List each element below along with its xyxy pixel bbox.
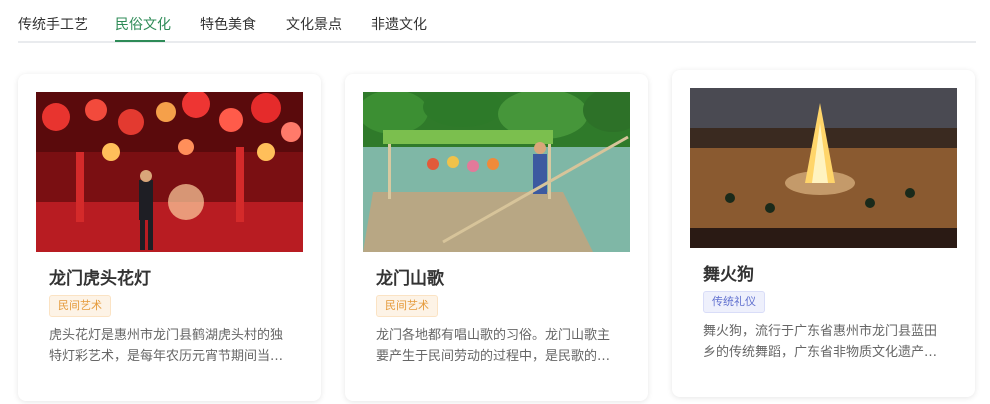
card-description: 虎头花灯是惠州市龙门县鹤湖虎头村的独特灯彩艺术，是每年农历元宵节期间当地民...	[49, 328, 284, 364]
tab-local-food[interactable]: 特色美食	[200, 16, 256, 34]
card-longmen-folk-song[interactable]: 龙门山歌 民间艺术 龙门各地都有唱山歌的习俗。龙门山歌主要产生于民间劳动的过程中…	[345, 74, 648, 401]
lantern-festival-image	[36, 92, 303, 252]
category-tag: 民间艺术	[49, 295, 111, 317]
tab-traditional-crafts[interactable]: 传统手工艺	[18, 16, 88, 34]
tab-cultural-sights[interactable]: 文化景点	[286, 16, 342, 34]
category-tag: 民间艺术	[376, 295, 438, 317]
active-tab-indicator	[115, 40, 165, 42]
card-fire-dog-dance[interactable]: 舞火狗 传统礼仪 舞火狗，流行于广东省惠州市龙门县蓝田乡的传统舞蹈，广东省非物质…	[672, 70, 975, 397]
card-tiger-head-lantern[interactable]: 龙门虎头花灯 民间艺术 虎头花灯是惠州市龙门县鹤湖虎头村的独特灯彩艺术，是每年农…	[18, 74, 321, 401]
tab-intangible-heritage[interactable]: 非遗文化	[371, 16, 427, 34]
card-description: 龙门各地都有唱山歌的习俗。龙门山歌主要产生于民间劳动的过程中，是民歌的一种...	[376, 328, 611, 364]
card-title: 龙门山歌	[376, 269, 444, 289]
category-tag: 传统礼仪	[703, 291, 765, 313]
bonfire-dance-image	[690, 88, 957, 248]
tab-folk-culture[interactable]: 民俗文化	[115, 16, 171, 34]
category-tabs: 传统手工艺 民俗文化 特色美食 文化景点 非遗文化	[18, 0, 976, 43]
card-title: 龙门虎头花灯	[49, 269, 151, 289]
card-description: 舞火狗，流行于广东省惠州市龙门县蓝田乡的传统舞蹈，广东省非物质文化遗产之一...	[703, 324, 938, 360]
river-boat-image	[363, 92, 630, 252]
card-title: 舞火狗	[703, 265, 754, 285]
